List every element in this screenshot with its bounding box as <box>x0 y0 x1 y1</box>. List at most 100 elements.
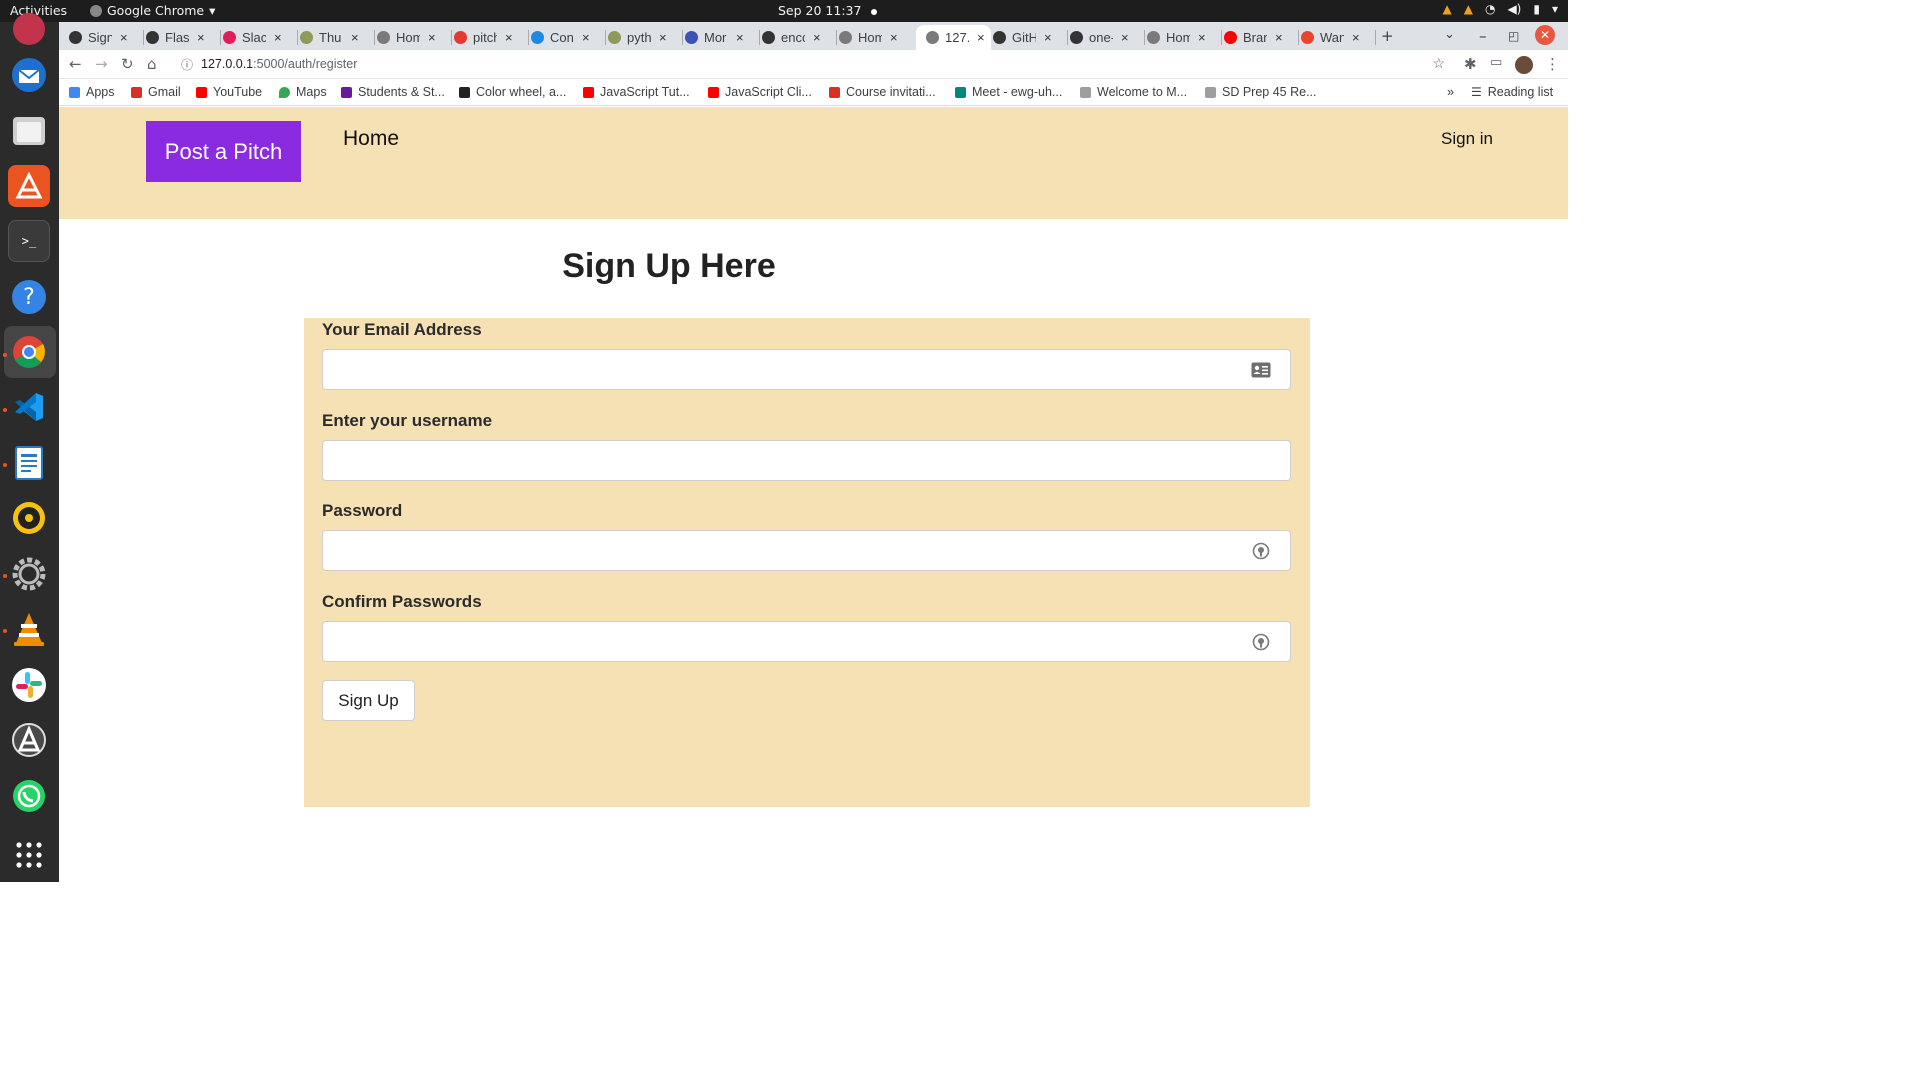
tab-close-icon[interactable]: × <box>659 30 667 45</box>
bookmark-item[interactable]: Students & St... <box>341 85 445 99</box>
bookmark-item[interactable]: JavaScript Tut... <box>583 85 690 99</box>
home-icon[interactable]: ⌂ <box>147 55 157 73</box>
tab-close-icon[interactable]: × <box>274 30 282 45</box>
password-manager-key-icon[interactable] <box>1250 631 1272 653</box>
back-arrow-icon[interactable]: ← <box>69 55 82 73</box>
bookmark-item[interactable]: Welcome to M... <box>1080 85 1187 99</box>
vscode-icon[interactable] <box>8 386 50 428</box>
vlc-icon[interactable] <box>8 608 50 650</box>
reading-list-button[interactable]: ☰ Reading list <box>1471 85 1553 99</box>
chrome-icon[interactable] <box>8 331 50 373</box>
wifi-icon[interactable]: ◔ <box>1485 2 1495 16</box>
software-center-icon[interactable] <box>8 165 50 207</box>
browser-tab[interactable]: Wan × <box>1301 25 1376 50</box>
dock-partial-app-icon[interactable] <box>8 8 50 50</box>
browser-tab[interactable]: Hom × <box>377 25 452 50</box>
bookmark-item[interactable]: SD Prep 45 Re... <box>1205 85 1317 99</box>
writer-icon[interactable] <box>8 442 50 484</box>
rhythmbox-icon[interactable] <box>8 497 50 539</box>
vlc-tray-icon[interactable]: ▲ <box>1442 2 1451 16</box>
brand-button[interactable]: Post a Pitch <box>146 121 301 182</box>
browser-tab[interactable]: pyth × <box>608 25 683 50</box>
tab-close-icon[interactable]: × <box>120 30 128 45</box>
browser-tab[interactable]: Con × <box>531 25 606 50</box>
browser-tab[interactable]: 127.0 × <box>916 25 991 50</box>
tab-close-icon[interactable]: × <box>813 30 821 45</box>
bookmark-item[interactable]: Apps <box>69 85 115 99</box>
files-icon[interactable] <box>8 110 50 152</box>
browser-tab[interactable]: Flask × <box>146 25 221 50</box>
show-applications-icon[interactable] <box>8 834 50 876</box>
cast-icon[interactable]: ▭ <box>1490 55 1502 70</box>
tab-close-icon[interactable]: × <box>1352 30 1360 45</box>
site-info-icon[interactable]: ⓘ <box>181 56 193 73</box>
address-bar[interactable]: ⓘ 127.0.0.1:5000/auth/register ☆ <box>173 52 1453 76</box>
browser-tab[interactable]: GitH × <box>993 25 1068 50</box>
whatsapp-icon[interactable] <box>8 775 50 817</box>
bookmark-item[interactable]: Maps <box>279 85 327 99</box>
browser-tab[interactable]: Hom × <box>839 25 914 50</box>
tab-close-icon[interactable]: × <box>582 30 590 45</box>
nav-home-link[interactable]: Home <box>343 127 399 151</box>
tab-close-icon[interactable]: × <box>890 30 898 45</box>
reload-icon[interactable]: ↻ <box>121 55 134 73</box>
slack-icon[interactable] <box>8 664 50 706</box>
app-menu[interactable]: Google Chrome ▾ <box>90 3 215 18</box>
tab-search-icon[interactable]: ⌄ <box>1444 27 1455 42</box>
confirm-password-field[interactable] <box>322 621 1291 662</box>
password-field[interactable] <box>322 530 1291 571</box>
tab-close-icon[interactable]: × <box>428 30 436 45</box>
tab-close-icon[interactable]: × <box>1198 30 1206 45</box>
email-field[interactable] <box>322 349 1291 390</box>
terminal-icon[interactable]: >_ <box>8 220 50 262</box>
system-tray[interactable]: ▲ ▲ ◔ ◀) ▮ ▾ <box>1442 2 1558 16</box>
tab-close-icon[interactable]: × <box>351 30 359 45</box>
power-menu-icon[interactable]: ▾ <box>1552 2 1558 16</box>
restore-button[interactable]: ◰ <box>1508 29 1519 43</box>
clock[interactable]: Sep 20 11:37 <box>778 3 878 18</box>
bookmark-item[interactable]: Course invitati... <box>829 85 936 99</box>
browser-tab[interactable]: Hom × <box>1147 25 1222 50</box>
contact-card-icon[interactable] <box>1250 359 1272 381</box>
sign-up-button[interactable]: Sign Up <box>322 680 415 721</box>
browser-tab[interactable]: Bran × <box>1224 25 1299 50</box>
browser-tab[interactable]: Slack × <box>223 25 298 50</box>
tab-close-icon[interactable]: × <box>1044 30 1052 45</box>
browser-tab[interactable]: Mor × <box>685 25 760 50</box>
username-field[interactable] <box>322 440 1291 481</box>
nav-signin-link[interactable]: Sign in <box>1441 129 1493 149</box>
tab-close-icon[interactable]: × <box>505 30 513 45</box>
bookmark-item[interactable]: Meet - ewg-uh... <box>955 85 1062 99</box>
forward-arrow-icon[interactable]: → <box>95 55 108 73</box>
close-window-button[interactable]: ✕ <box>1535 25 1555 45</box>
extensions-puzzle-icon[interactable]: ✱ <box>1464 55 1477 73</box>
tab-close-icon[interactable]: × <box>977 30 985 45</box>
browser-tab[interactable]: Thu × <box>300 25 375 50</box>
thunderbird-icon[interactable] <box>8 54 50 96</box>
help-icon[interactable]: ? <box>8 276 50 318</box>
bookmark-item[interactable]: Color wheel, a... <box>459 85 566 99</box>
browser-tab[interactable]: Sign × <box>69 25 144 50</box>
bookmark-item[interactable]: Gmail <box>131 85 181 99</box>
more-bookmarks-button[interactable]: » <box>1447 85 1454 99</box>
chrome-menu-icon[interactable]: ⋮ <box>1545 55 1560 73</box>
bookmark-star-icon[interactable]: ☆ <box>1432 55 1445 72</box>
bookmark-item[interactable]: YouTube <box>196 85 262 99</box>
new-tab-button[interactable]: + <box>1381 27 1394 45</box>
settings-icon[interactable] <box>8 553 50 595</box>
browser-tab[interactable]: enco × <box>762 25 837 50</box>
tab-close-icon[interactable]: × <box>736 30 744 45</box>
tab-close-icon[interactable]: × <box>1121 30 1129 45</box>
software-updater-icon[interactable] <box>8 719 50 761</box>
password-manager-key-icon[interactable] <box>1250 540 1272 562</box>
minimize-button[interactable]: – <box>1479 27 1487 45</box>
volume-icon[interactable]: ◀) <box>1507 2 1521 16</box>
browser-tab[interactable]: pitch × <box>454 25 529 50</box>
battery-icon[interactable]: ▮ <box>1533 2 1540 16</box>
profile-avatar[interactable] <box>1515 56 1533 74</box>
bookmark-item[interactable]: JavaScript Cli... <box>708 85 812 99</box>
tab-close-icon[interactable]: × <box>197 30 205 45</box>
browser-tab[interactable]: one- × <box>1070 25 1145 50</box>
tab-close-icon[interactable]: × <box>1275 30 1283 45</box>
update-tray-icon[interactable]: ▲ <box>1464 2 1473 16</box>
